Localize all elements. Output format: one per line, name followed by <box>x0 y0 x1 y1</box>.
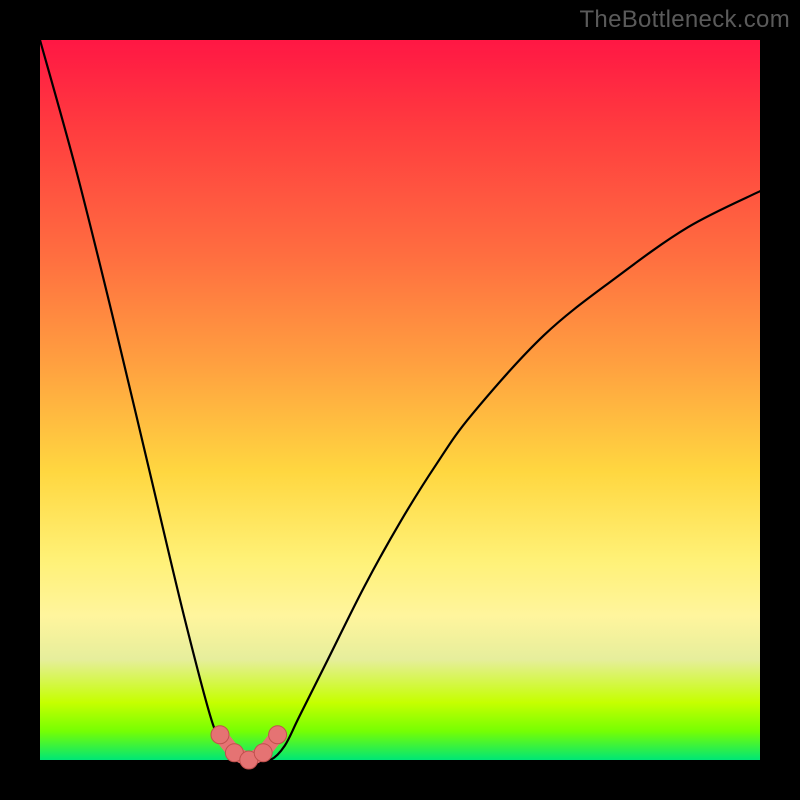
chart-frame: TheBottleneck.com <box>0 0 800 800</box>
bottleneck-curve <box>40 40 760 761</box>
optimal-marker <box>211 726 229 744</box>
watermark-text: TheBottleneck.com <box>579 6 790 34</box>
optimal-marker <box>269 726 287 744</box>
plot-area <box>40 40 760 760</box>
curve-svg <box>40 40 760 760</box>
optimal-marker <box>254 744 272 762</box>
optimal-region-markers <box>211 726 287 769</box>
